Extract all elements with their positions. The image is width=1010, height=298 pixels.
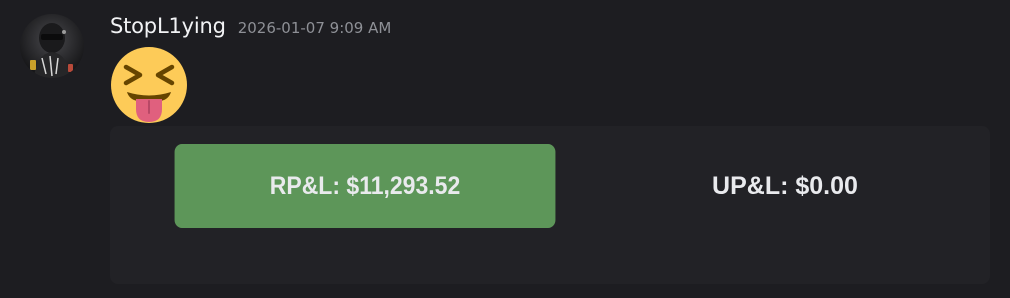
squinting-face-with-tongue-icon: [109, 45, 189, 125]
username[interactable]: StopL1ying: [110, 14, 226, 38]
user-avatar-icon[interactable]: [20, 14, 84, 78]
timestamp: 2026-01-07 9:09 AM: [237, 19, 392, 37]
unrealized-pnl-button[interactable]: UP&L: $0.00: [620, 144, 950, 228]
realized-pnl-button[interactable]: RP&L: $11,293.52: [174, 144, 556, 228]
chat-message: StopL1ying 2026-01-07 9:09 AM RP&L: $11,…: [0, 0, 1010, 298]
pnl-embed: RP&L: $11,293.52 UP&L: $0.00: [110, 126, 990, 284]
